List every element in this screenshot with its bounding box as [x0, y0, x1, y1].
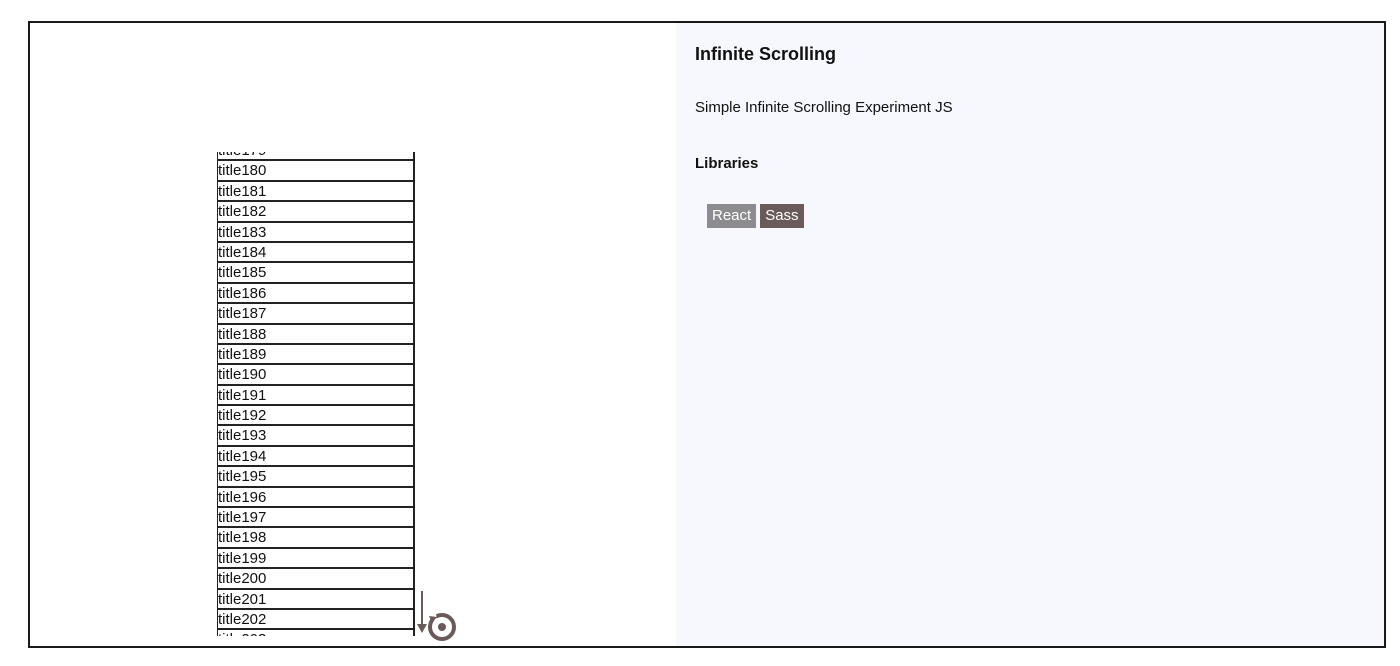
list-item: title185 — [218, 263, 413, 284]
arrow-down-icon — [417, 591, 427, 633]
list-item: title201 — [218, 590, 413, 610]
list-item: title187 — [218, 304, 413, 325]
list-item: title181 — [218, 182, 413, 203]
library-tags: React Sass — [707, 204, 804, 228]
list-item: title194 — [218, 447, 413, 468]
list-item: title192 — [218, 406, 413, 427]
libraries-heading: Libraries — [695, 155, 759, 172]
list-item: title189 — [218, 345, 413, 366]
list-item: title180 — [218, 161, 413, 182]
list-item: title191 — [218, 386, 413, 407]
list-item: title186 — [218, 284, 413, 305]
list-item: title196 — [218, 488, 413, 509]
tag-react[interactable]: React — [707, 204, 757, 228]
list-item: title202 — [218, 610, 413, 631]
list-item: title198 — [218, 528, 413, 549]
list-item: title200 — [218, 569, 413, 590]
list-item: title193 — [218, 426, 413, 447]
list-item: title179 — [218, 152, 413, 162]
project-description: Simple Infinite Scrolling Experiment JS — [695, 99, 953, 116]
scroll-list[interactable]: title179title180title181title182title183… — [217, 152, 415, 636]
preview-frame: title179title180title181title182title183… — [28, 21, 1386, 648]
scroll-list-content: title179title180title181title182title183… — [218, 152, 413, 636]
list-item: title195 — [218, 467, 413, 488]
list-item: title203 — [218, 630, 413, 636]
list-item: title199 — [218, 549, 413, 570]
list-item: title184 — [218, 243, 413, 264]
tag-sass[interactable]: Sass — [760, 204, 804, 228]
list-item: title188 — [218, 325, 413, 345]
list-item: title197 — [218, 508, 413, 529]
list-item: title182 — [218, 202, 413, 223]
list-item: title183 — [218, 223, 413, 243]
list-item: title190 — [218, 365, 413, 386]
page-title: Infinite Scrolling — [695, 44, 837, 64]
scroll-indicator — [417, 591, 456, 641]
demo-pane: title179title180title181title182title183… — [30, 23, 676, 646]
info-panel: Infinite Scrolling Simple Infinite Scrol… — [676, 23, 1384, 646]
reload-icon — [428, 613, 456, 641]
